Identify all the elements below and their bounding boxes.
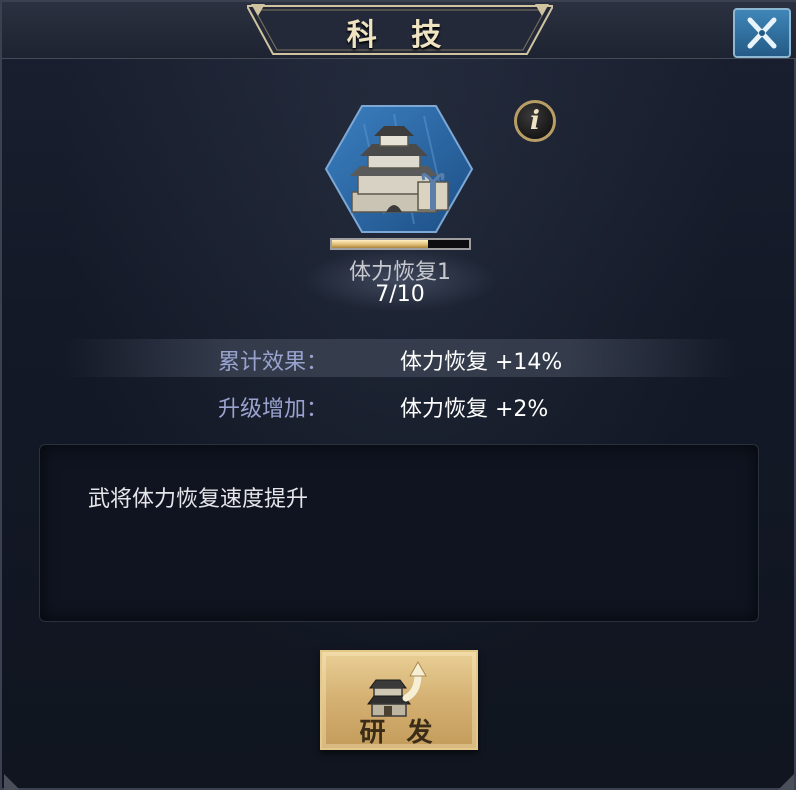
header-bar: 科 技: [2, 2, 796, 59]
level-progress-bar: [330, 238, 471, 250]
corner-ornament: [778, 774, 794, 790]
building-upgrade-arrow-icon: [367, 660, 427, 717]
description-text: 武将体力恢复速度提升: [88, 487, 309, 512]
cumulative-effect-value: 体力恢复 +14%: [400, 350, 563, 375]
fortress-gift-icon: [324, 105, 474, 233]
info-icon: i: [530, 106, 540, 136]
cumulative-effect-row: 累计效果： 体力恢复 +14%: [62, 339, 738, 377]
corner-ornament: [4, 774, 20, 790]
upgrade-effect-label: 升级增加：: [217, 397, 328, 422]
research-button[interactable]: 研 发: [320, 650, 478, 750]
tech-panel: 科 技 i 体力恢复1 7/10 累计效果： 体力恢复 +14% 升级增加： 体…: [0, 0, 796, 790]
info-button[interactable]: i: [514, 100, 556, 142]
page-title: 科 技: [346, 18, 454, 53]
level-progress-fill: [332, 240, 428, 248]
cumulative-effect-label: 累计效果：: [217, 350, 328, 375]
close-button[interactable]: [733, 8, 791, 58]
description-box: 武将体力恢复速度提升: [39, 444, 759, 622]
close-x-icon: [747, 17, 777, 49]
upgrade-effect-value: 体力恢复 +2%: [400, 397, 549, 422]
tech-level: 7/10: [375, 282, 425, 307]
research-button-label: 研 发: [359, 718, 439, 748]
upgrade-effect-row: 升级增加： 体力恢复 +2%: [62, 386, 738, 424]
